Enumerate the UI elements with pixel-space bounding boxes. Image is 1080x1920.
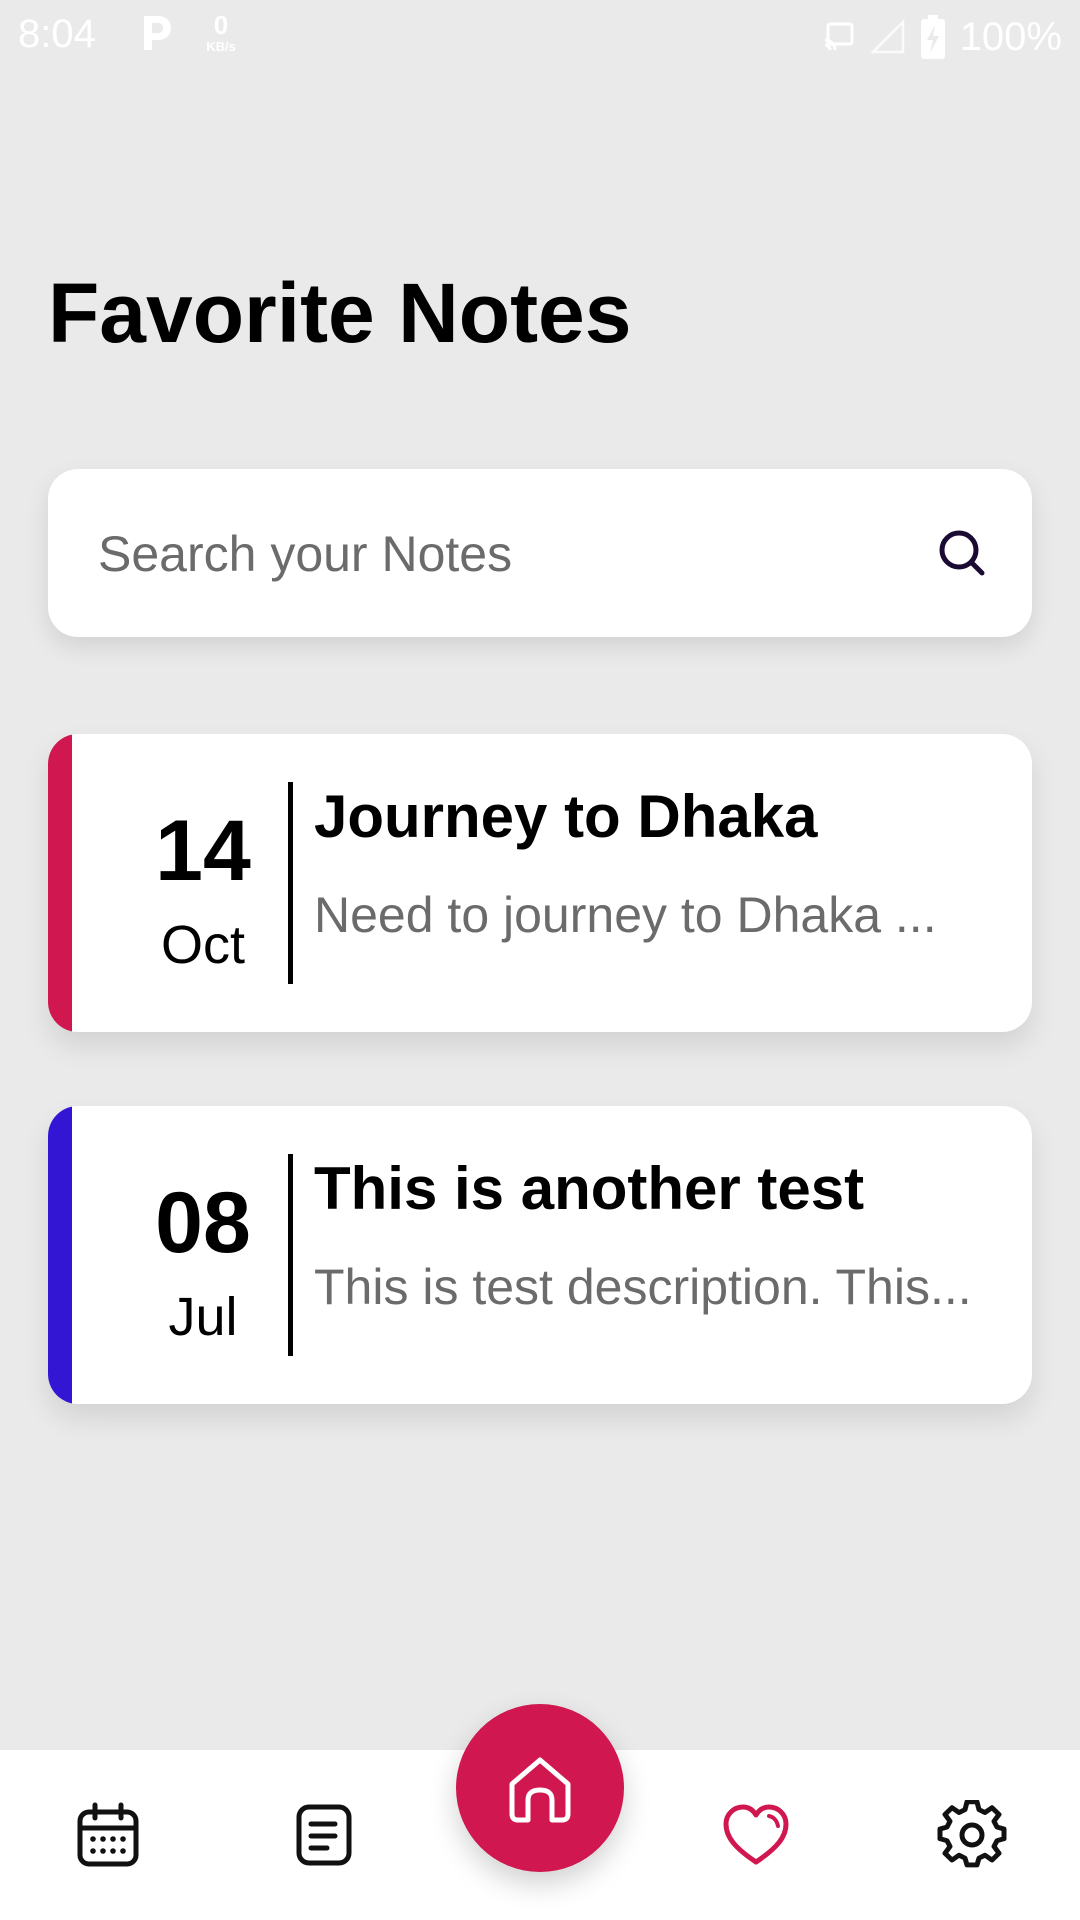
notes-list-icon[interactable] (289, 1800, 359, 1870)
note-accent-bar (48, 734, 72, 1032)
status-time: 8:04 (18, 12, 96, 56)
home-button[interactable] (456, 1704, 624, 1872)
note-date-day: 08 (155, 1175, 251, 1271)
note-date-month: Jul (168, 1287, 238, 1347)
note-description: This is test description. This... (314, 1259, 972, 1315)
status-right: 100% (822, 12, 1062, 62)
signal-icon (869, 19, 904, 54)
parking-app-icon (144, 16, 171, 50)
search-input[interactable] (96, 469, 920, 639)
note-divider (288, 782, 293, 984)
gear-icon[interactable] (937, 1800, 1007, 1870)
calendar-icon[interactable] (73, 1800, 143, 1870)
battery-charging-icon (920, 15, 945, 59)
note-date-month: Oct (160, 915, 245, 975)
note-accent-bar (48, 1106, 72, 1404)
battery-percentage: 100% (959, 14, 1062, 59)
heart-icon[interactable] (721, 1800, 791, 1870)
network-speed-value: 0 (213, 10, 229, 40)
note-date-day: 14 (155, 803, 251, 899)
note-card[interactable]: 14 Oct Journey to Dhaka Need to journey … (48, 734, 1032, 1032)
home-icon (509, 1757, 571, 1823)
note-divider (288, 1154, 293, 1356)
network-speed: 0 KB/s (196, 12, 246, 53)
search-bar[interactable] (48, 469, 1032, 639)
status-bar: 8:04 0 KB/s 100% (0, 0, 1080, 72)
note-title: Journey to Dhaka (314, 783, 818, 850)
search-icon[interactable] (936, 527, 988, 579)
note-description: Need to journey to Dhaka ... (314, 887, 937, 943)
note-title: This is another test (314, 1155, 865, 1222)
network-speed-unit: KB/s (206, 39, 236, 54)
note-card[interactable]: 08 Jul This is another test This is test… (48, 1106, 1032, 1404)
cast-icon (824, 22, 854, 51)
page-title: Favorite Notes (48, 266, 632, 360)
